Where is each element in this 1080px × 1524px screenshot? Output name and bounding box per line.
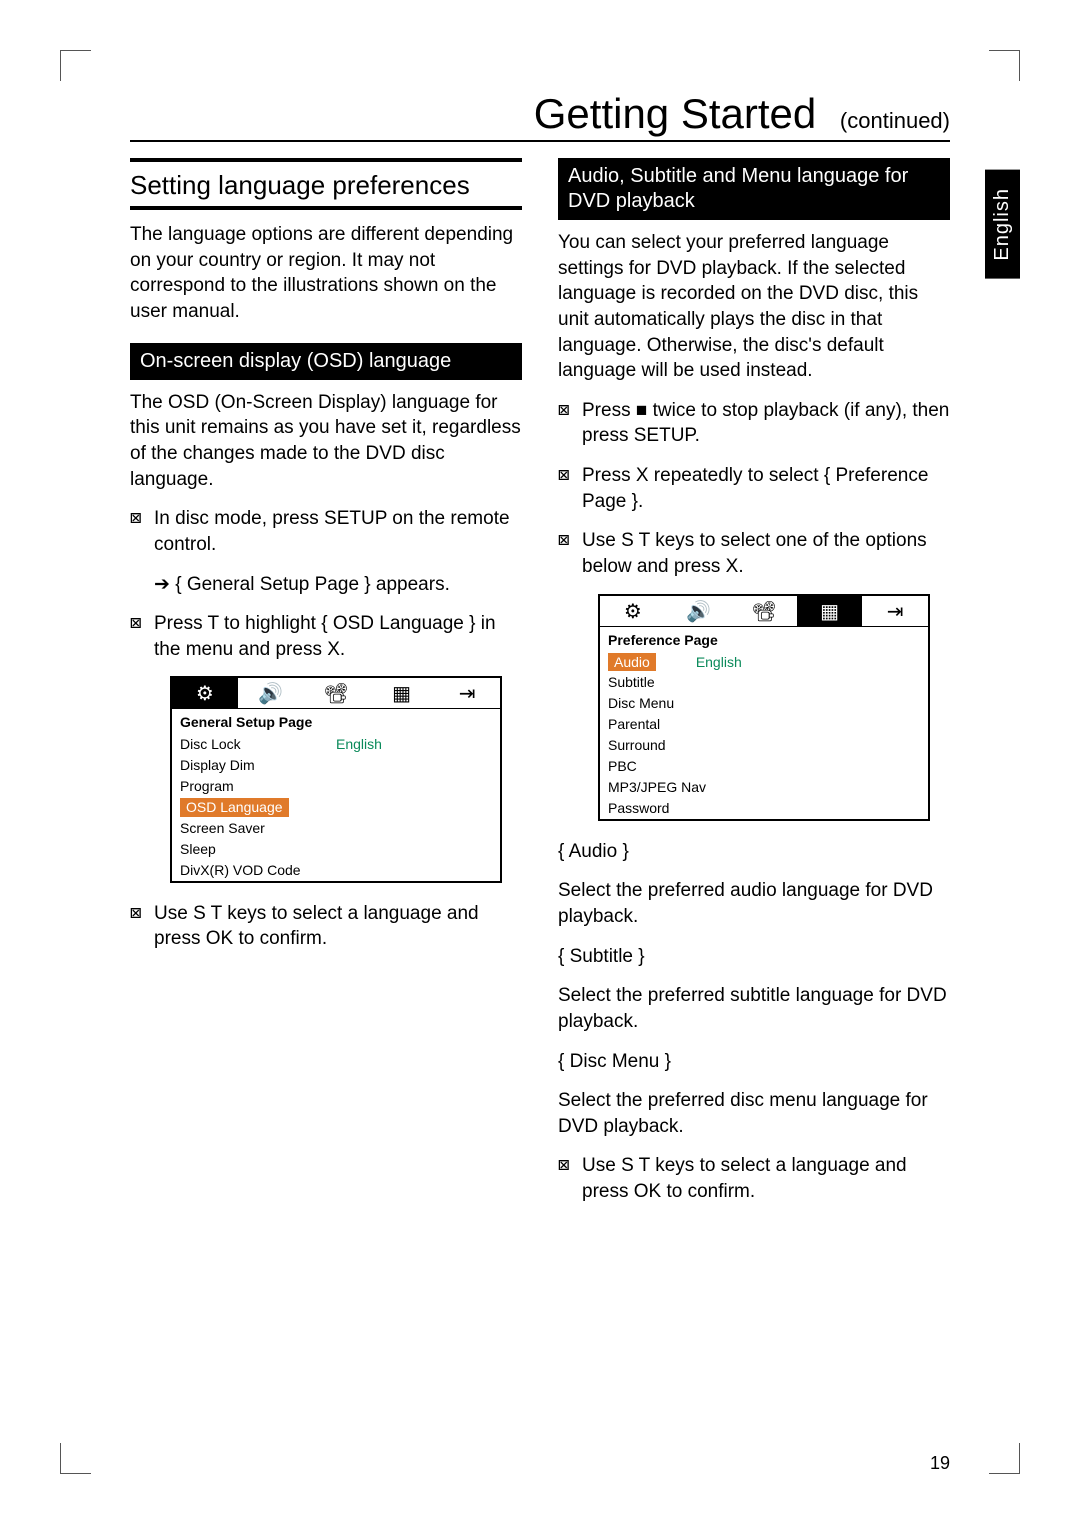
option-subtitle-heading: { Subtitle } <box>558 944 950 970</box>
crop-mark <box>989 1443 1020 1474</box>
menu-item: DivX(R) VOD Code <box>180 861 492 880</box>
settings-icon: ⚙ <box>172 678 238 708</box>
video-icon: 📽 <box>731 596 797 626</box>
osd-preference-menu: ⚙ 🔊 📽 ▦ ⇥ Preference Page AudioEnglish S… <box>598 594 930 821</box>
subsection-bar-dvd-lang: Audio, Subtitle and Menu language for DV… <box>558 158 950 220</box>
menu-item-selected: Audio <box>608 653 656 672</box>
r-step-3: ⊠Use S T keys to select one of the optio… <box>558 528 950 579</box>
osd-intro-text: The OSD (On-Screen Display) language for… <box>130 390 522 493</box>
menu-item: Display Dim <box>180 756 492 775</box>
option-discmenu-text: Select the preferred disc menu language … <box>558 1088 950 1139</box>
option-discmenu-heading: { Disc Menu } <box>558 1049 950 1075</box>
page-number: 19 <box>930 1453 950 1474</box>
menu-item: MP3/JPEG Nav <box>608 778 920 797</box>
menu-item: PBC <box>608 757 920 776</box>
menu-item: Disc Lock <box>180 735 336 754</box>
out-icon: ⇥ <box>434 678 500 708</box>
page-title: Getting Started (continued) <box>130 90 950 142</box>
audio-icon: 🔊 <box>666 596 732 626</box>
step-1: ⊠ In disc mode, press SETUP on the remot… <box>130 506 522 557</box>
grid-icon: ▦ <box>369 678 435 708</box>
menu-item: Subtitle <box>608 673 920 692</box>
crop-mark <box>60 1443 91 1474</box>
right-column: Audio, Subtitle and Menu language for DV… <box>558 158 950 1219</box>
grid-icon: ▦ <box>797 596 863 626</box>
title-main: Getting Started <box>534 90 817 137</box>
crop-mark <box>989 50 1020 81</box>
menu-item: Disc Menu <box>608 694 920 713</box>
out-icon: ⇥ <box>862 596 928 626</box>
option-audio-text: Select the preferred audio language for … <box>558 878 950 929</box>
crop-mark <box>60 50 91 81</box>
menu-item: Surround <box>608 736 920 755</box>
osd-general-setup-menu: ⚙ 🔊 📽 ▦ ⇥ General Setup Page Disc LockEn… <box>170 676 502 882</box>
option-subtitle-text: Select the preferred subtitle language f… <box>558 983 950 1034</box>
menu-title: General Setup Page <box>172 709 500 734</box>
language-side-tab: English <box>985 170 1020 279</box>
step-2: ⊠ Press T to highlight { OSD Language } … <box>130 611 522 662</box>
menu-item: Screen Saver <box>180 819 492 838</box>
step-3: ⊠ Use S T keys to select a language and … <box>130 901 522 952</box>
r-step-1: ⊠Press ■ twice to stop playback (if any)… <box>558 398 950 449</box>
audio-icon: 🔊 <box>238 678 304 708</box>
subsection-bar-osd: On-screen display (OSD) language <box>130 343 522 380</box>
intro-text: The language options are different depen… <box>130 222 522 325</box>
settings-icon: ⚙ <box>600 596 666 626</box>
section-heading: Setting language preferences <box>130 158 522 210</box>
video-icon: 📽 <box>303 678 369 708</box>
menu-item-selected: OSD Language <box>180 798 289 817</box>
menu-item: Parental <box>608 715 920 734</box>
step-1-result: ➔ { General Setup Page } appears. <box>154 572 522 598</box>
r-step-2: ⊠Press X repeatedly to select { Preferen… <box>558 463 950 514</box>
dvd-lang-intro: You can select your preferred language s… <box>558 230 950 384</box>
menu-title: Preference Page <box>600 627 928 652</box>
title-continued: (continued) <box>840 108 950 133</box>
left-column: Setting language preferences The languag… <box>130 158 522 1219</box>
menu-item: Password <box>608 799 920 818</box>
menu-item: Sleep <box>180 840 492 859</box>
option-audio-heading: { Audio } <box>558 839 950 865</box>
menu-item: Program <box>180 777 492 796</box>
r-step-4: ⊠Use S T keys to select a language and p… <box>558 1153 950 1204</box>
